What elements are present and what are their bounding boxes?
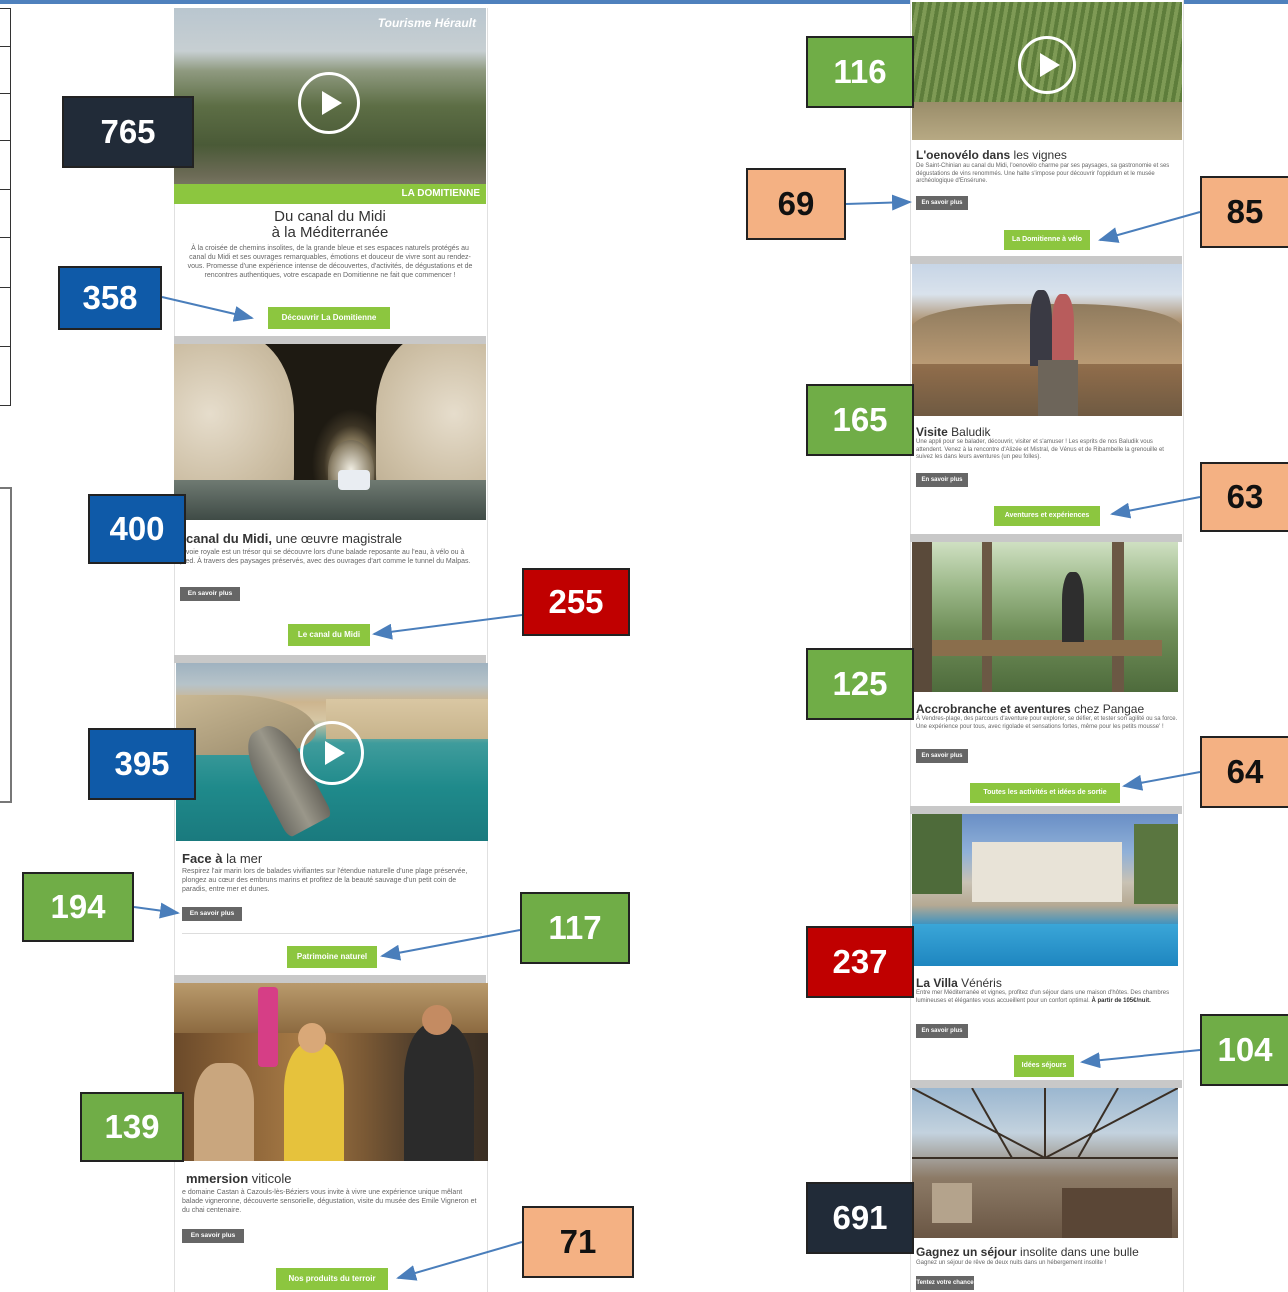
click-count-badge: 255 (522, 568, 630, 636)
arrow-oenovelo-cta (1098, 211, 1201, 243)
click-count-badge: 139 (80, 1092, 184, 1162)
click-count-badge: 691 (806, 1182, 914, 1254)
click-count-badge: 194 (22, 872, 134, 942)
arrow-hero-cta (161, 296, 254, 322)
click-count-badge: 64 (1200, 736, 1288, 808)
arrow-viticole-cta (396, 1241, 523, 1281)
arrow-canal-cta (372, 614, 523, 640)
click-count-badge: 116 (806, 36, 914, 108)
click-count-badge: 165 (806, 384, 914, 456)
click-count-badge: 71 (522, 1206, 634, 1278)
click-count-badge: 237 (806, 926, 914, 998)
arrow-baludik-cta (1110, 496, 1201, 519)
click-count-badge: 104 (1200, 1014, 1288, 1086)
arrow-mer-cta (380, 929, 521, 961)
click-count-badge: 63 (1200, 462, 1288, 532)
click-count-badge: 395 (88, 728, 196, 800)
click-count-badge: 358 (58, 266, 162, 330)
click-count-badge: 125 (806, 648, 914, 720)
arrow-mer-more (133, 902, 180, 919)
annotation-arrows (133, 194, 1201, 1281)
click-count-badge: 765 (62, 96, 194, 168)
click-count-badge: 85 (1200, 176, 1288, 248)
arrow-oenovelo-more (845, 194, 912, 211)
click-count-badge: 117 (520, 892, 630, 964)
arrow-villa-cta (1080, 1049, 1201, 1069)
arrow-pangae-cta (1122, 771, 1201, 791)
click-count-badge: 69 (746, 168, 846, 240)
click-count-badge: 400 (88, 494, 186, 564)
